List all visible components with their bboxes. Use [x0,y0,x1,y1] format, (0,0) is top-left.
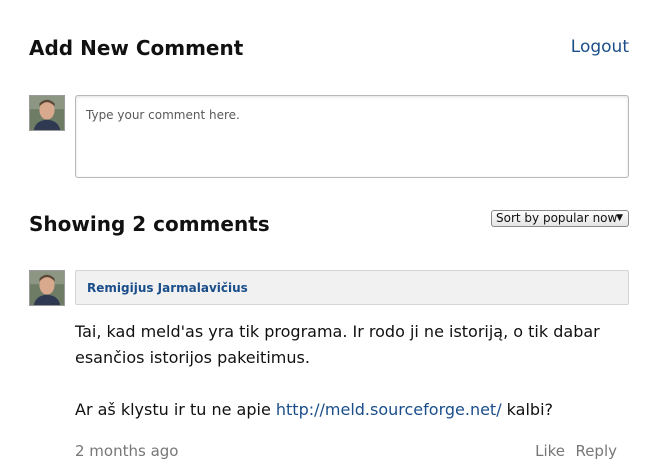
comment-input[interactable] [75,95,629,178]
comment-meta: 2 months ago Like Reply [75,442,629,464]
comment-author-link[interactable]: Remigijus Jarmalavičius [87,281,248,295]
comment-timestamp[interactable]: 2 months ago [75,442,178,460]
current-user-avatar [29,95,65,131]
comment-author-bar: Remigijus Jarmalavičius [75,270,629,305]
comments-count-title: Showing 2 comments [29,212,270,236]
sort-select[interactable]: Sort by popular now ▼ [491,210,629,227]
like-button[interactable]: Like [535,442,565,460]
sort-select-value: Sort by popular now [496,211,618,225]
triangle-down-icon: ▼ [616,213,623,223]
comment-text: Ar aš klystu ir tu ne apie [75,400,276,419]
reply-button[interactable]: Reply [575,442,617,460]
comment-paragraph: Tai, kad meld'as yra tik programa. Ir ro… [75,322,600,367]
add-comment-title: Add New Comment [29,36,244,60]
user-photo-icon [30,271,64,305]
comment-url-link[interactable]: http://meld.sourceforge.net/ [276,400,502,419]
logout-link[interactable]: Logout [571,37,629,57]
comment-text: kalbi? [501,400,554,419]
user-photo-icon [30,96,64,130]
add-comment-header: Add New Comment Logout [29,36,629,64]
comment-paragraph: Ar aš klystu ir tu ne apie http://meld.s… [75,397,635,423]
comment-body: Tai, kad meld'as yra tik programa. Ir ro… [75,319,635,423]
comment-author-avatar[interactable] [29,270,65,306]
comments-widget: Add New Comment Logout Showing 2 comment… [0,0,657,472]
